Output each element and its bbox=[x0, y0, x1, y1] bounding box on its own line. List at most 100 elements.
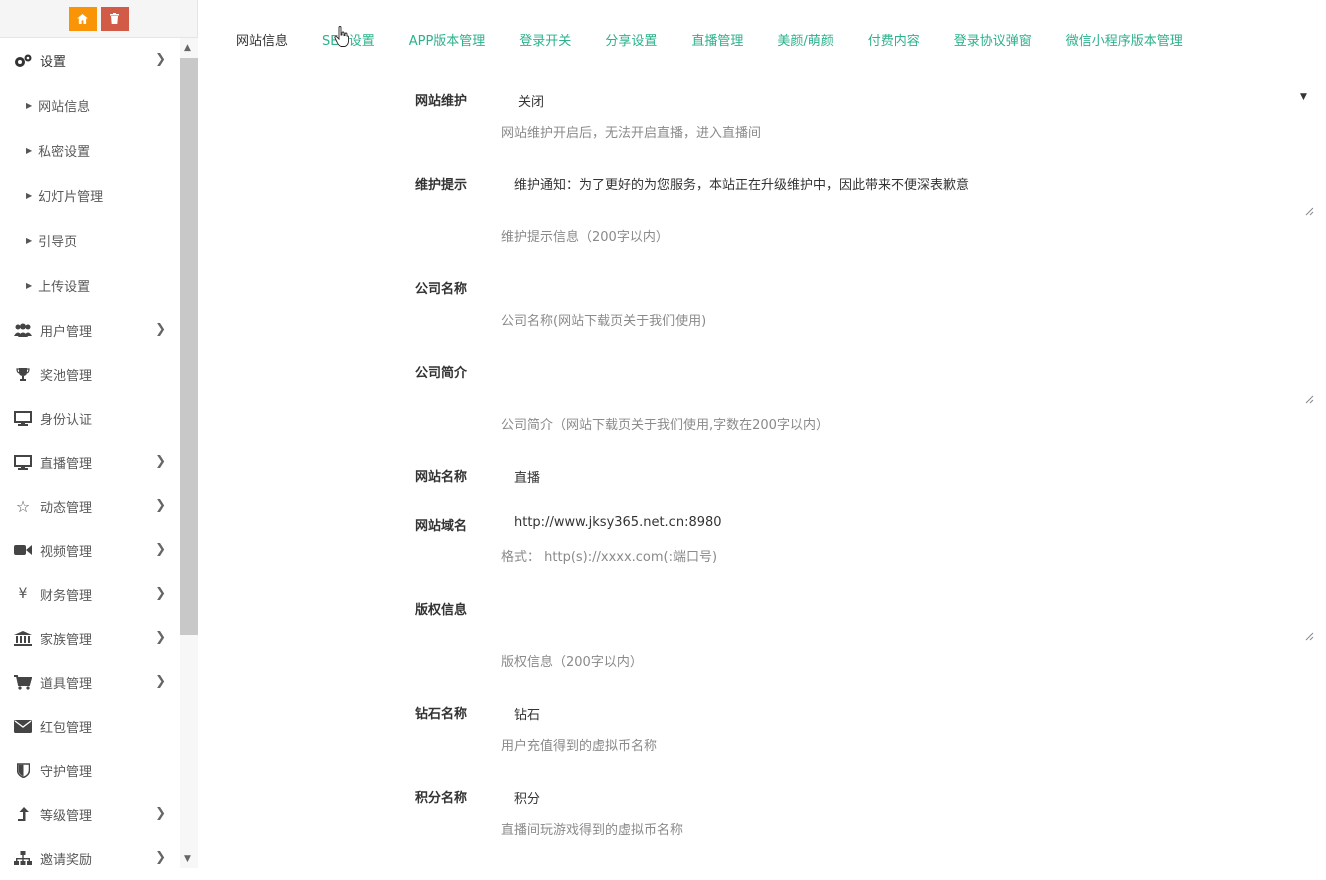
sidebar-item-label: 邀请奖励 bbox=[40, 852, 93, 868]
sitemap-icon bbox=[12, 850, 34, 866]
tab-share[interactable]: 分享设置 bbox=[605, 30, 657, 50]
users-icon bbox=[12, 323, 34, 337]
site-name-input[interactable]: 直播 bbox=[514, 467, 540, 486]
copyright-label: 版权信息 bbox=[415, 603, 468, 618]
resize-grip-icon[interactable] bbox=[1302, 392, 1314, 404]
scroll-up-arrow-icon[interactable]: ▲ bbox=[184, 43, 191, 53]
sidebar-item-users[interactable]: 用户管理 ❯ bbox=[0, 308, 180, 352]
domain-label: 网站域名 bbox=[415, 519, 468, 534]
sidebar-item-label: 财务管理 bbox=[40, 588, 93, 604]
shield-icon bbox=[12, 762, 34, 778]
cogs-icon bbox=[12, 53, 34, 69]
sidebar-item-label: 身份认证 bbox=[40, 412, 93, 428]
settings-tabs: 网站信息 SEO设置 APP版本管理 登录开关 分享设置 直播管理 美颜/萌颜 … bbox=[236, 30, 1217, 50]
hand-cursor-icon bbox=[334, 26, 349, 47]
tab-app-version[interactable]: APP版本管理 bbox=[409, 30, 486, 50]
sidebar-item-finance[interactable]: ¥ 财务管理 ❯ bbox=[0, 572, 180, 616]
tab-site-info[interactable]: 网站信息 bbox=[236, 30, 288, 50]
intro-help: 公司简介（网站下载页关于我们使用,字数在200字以内） bbox=[501, 418, 829, 433]
desktop-icon bbox=[12, 410, 34, 426]
chevron-right-icon: ❯ bbox=[155, 454, 166, 469]
sidebar-item-label: 等级管理 bbox=[40, 808, 93, 824]
bank-icon bbox=[12, 630, 34, 646]
sidebar-scrollbar[interactable]: ▲ ▼ bbox=[180, 38, 198, 868]
home-button[interactable] bbox=[68, 6, 97, 31]
diamond-label: 钻石名称 bbox=[415, 707, 468, 722]
resize-grip-icon[interactable] bbox=[1302, 629, 1314, 641]
cart-icon bbox=[12, 674, 34, 690]
tab-login-agreement[interactable]: 登录协议弹窗 bbox=[954, 30, 1032, 50]
sidebar-subitem-slides[interactable]: ▶ 幻灯片管理 bbox=[0, 173, 180, 218]
sidebar-item-video[interactable]: 视频管理 ❯ bbox=[0, 528, 180, 572]
notice-label: 维护提示 bbox=[415, 178, 468, 193]
caret-right-icon: ▶ bbox=[26, 236, 33, 245]
tab-beauty[interactable]: 美颜/萌颜 bbox=[777, 30, 833, 50]
company-label: 公司名称 bbox=[415, 282, 468, 297]
scroll-down-arrow-icon[interactable]: ▼ bbox=[184, 854, 191, 864]
sidebar-item-label: 动态管理 bbox=[40, 500, 93, 516]
chevron-right-icon: ❯ bbox=[155, 586, 166, 601]
dropdown-arrow-icon[interactable]: ▼ bbox=[1300, 92, 1307, 102]
sidebar-subitem-label: 幻灯片管理 bbox=[38, 190, 104, 205]
sidebar-item-live[interactable]: 直播管理 ❯ bbox=[0, 440, 180, 484]
sidebar-item-moments[interactable]: ☆ 动态管理 ❯ bbox=[0, 484, 180, 528]
notice-help: 维护提示信息（200字以内） bbox=[501, 230, 669, 245]
sidebar-subitem-site-info[interactable]: ▶ 网站信息 bbox=[0, 83, 180, 128]
sidebar-item-label: 守护管理 bbox=[40, 764, 93, 780]
caret-right-icon: ▶ bbox=[26, 101, 33, 110]
sidebar-item-family[interactable]: 家族管理 ❯ bbox=[0, 616, 180, 660]
yen-icon: ¥ bbox=[18, 586, 28, 602]
sidebar: 设置 ❯ ▶ 网站信息 ▶ 私密设置 ▶ 幻灯片管理 ▶ 引导页 ▶ 上传设置 用户管理 … bbox=[0, 0, 198, 868]
sidebar-item-invite[interactable]: 邀请奖励 ❯ bbox=[0, 836, 180, 880]
diamond-help: 用户充值得到的虚拟币名称 bbox=[501, 739, 658, 754]
points-help: 直播间玩游戏得到的虚拟币名称 bbox=[501, 823, 684, 838]
diamond-input[interactable]: 钻石 bbox=[514, 704, 540, 723]
tab-login-switch[interactable]: 登录开关 bbox=[519, 30, 571, 50]
company-help: 公司名称(网站下载页关于我们使用) bbox=[501, 314, 707, 329]
video-icon bbox=[12, 544, 34, 556]
sidebar-item-label: 直播管理 bbox=[40, 456, 93, 472]
maintenance-help: 网站维护开启后，无法开启直播，进入直播间 bbox=[501, 126, 762, 141]
sidebar-subitem-guide[interactable]: ▶ 引导页 bbox=[0, 218, 180, 263]
caret-right-icon: ▶ bbox=[26, 146, 33, 155]
sidebar-item-identity[interactable]: 身份认证 bbox=[0, 396, 180, 440]
trash-icon bbox=[110, 13, 119, 24]
sidebar-item-label: 家族管理 bbox=[40, 632, 93, 648]
sidebar-subitem-label: 网站信息 bbox=[38, 100, 91, 115]
maintenance-select[interactable]: 关闭 bbox=[518, 91, 544, 110]
sidebar-item-settings[interactable]: 设置 ❯ bbox=[0, 38, 180, 83]
sidebar-item-props[interactable]: 道具管理 ❯ bbox=[0, 660, 180, 704]
tab-live[interactable]: 直播管理 bbox=[691, 30, 743, 50]
sidebar-item-redpacket[interactable]: 红包管理 bbox=[0, 704, 180, 748]
sidebar-subitem-privacy[interactable]: ▶ 私密设置 bbox=[0, 128, 180, 173]
chevron-right-icon: ❯ bbox=[155, 850, 166, 865]
resize-grip-icon[interactable] bbox=[1302, 204, 1314, 216]
clear-cache-button[interactable] bbox=[100, 6, 129, 31]
sidebar-subitem-label: 引导页 bbox=[38, 235, 78, 250]
sidebar-item-jackpot[interactable]: 奖池管理 bbox=[0, 352, 180, 396]
sidebar-item-label: 道具管理 bbox=[40, 676, 93, 692]
sidebar-item-level[interactable]: 等级管理 ❯ bbox=[0, 792, 180, 836]
points-input[interactable]: 积分 bbox=[514, 788, 540, 807]
level-up-icon bbox=[12, 806, 34, 822]
sidebar-item-label: 奖池管理 bbox=[40, 368, 93, 384]
domain-input[interactable]: http://www.jksy365.net.cn:8980 bbox=[514, 515, 722, 530]
sidebar-menu: 设置 ❯ ▶ 网站信息 ▶ 私密设置 ▶ 幻灯片管理 ▶ 引导页 ▶ 上传设置 用户管理 … bbox=[0, 38, 180, 880]
notice-textarea[interactable]: 维护通知：为了更好的为您服务，本站正在升级维护中，因此带来不便深表歉意 bbox=[514, 174, 969, 193]
tab-paid-content[interactable]: 付费内容 bbox=[868, 30, 920, 50]
domain-help: 格式： http(s)://xxxx.com(:端口号) bbox=[501, 550, 718, 565]
sidebar-item-label: 红包管理 bbox=[40, 720, 93, 736]
chevron-right-icon: ❯ bbox=[155, 52, 166, 67]
star-icon: ☆ bbox=[15, 496, 31, 516]
tab-miniprogram[interactable]: 微信小程序版本管理 bbox=[1066, 30, 1183, 50]
sidebar-subitem-upload[interactable]: ▶ 上传设置 bbox=[0, 263, 180, 308]
points-label: 积分名称 bbox=[415, 791, 468, 806]
sidebar-shortcuts bbox=[0, 0, 197, 38]
intro-label: 公司简介 bbox=[415, 366, 468, 381]
chevron-right-icon: ❯ bbox=[155, 322, 166, 337]
sidebar-subitem-label: 私密设置 bbox=[38, 145, 91, 160]
sidebar-item-guard[interactable]: 守护管理 bbox=[0, 748, 180, 792]
site-name-label: 网站名称 bbox=[415, 470, 468, 485]
sidebar-item-label: 视频管理 bbox=[40, 544, 93, 560]
scrollbar-thumb[interactable] bbox=[180, 58, 198, 635]
